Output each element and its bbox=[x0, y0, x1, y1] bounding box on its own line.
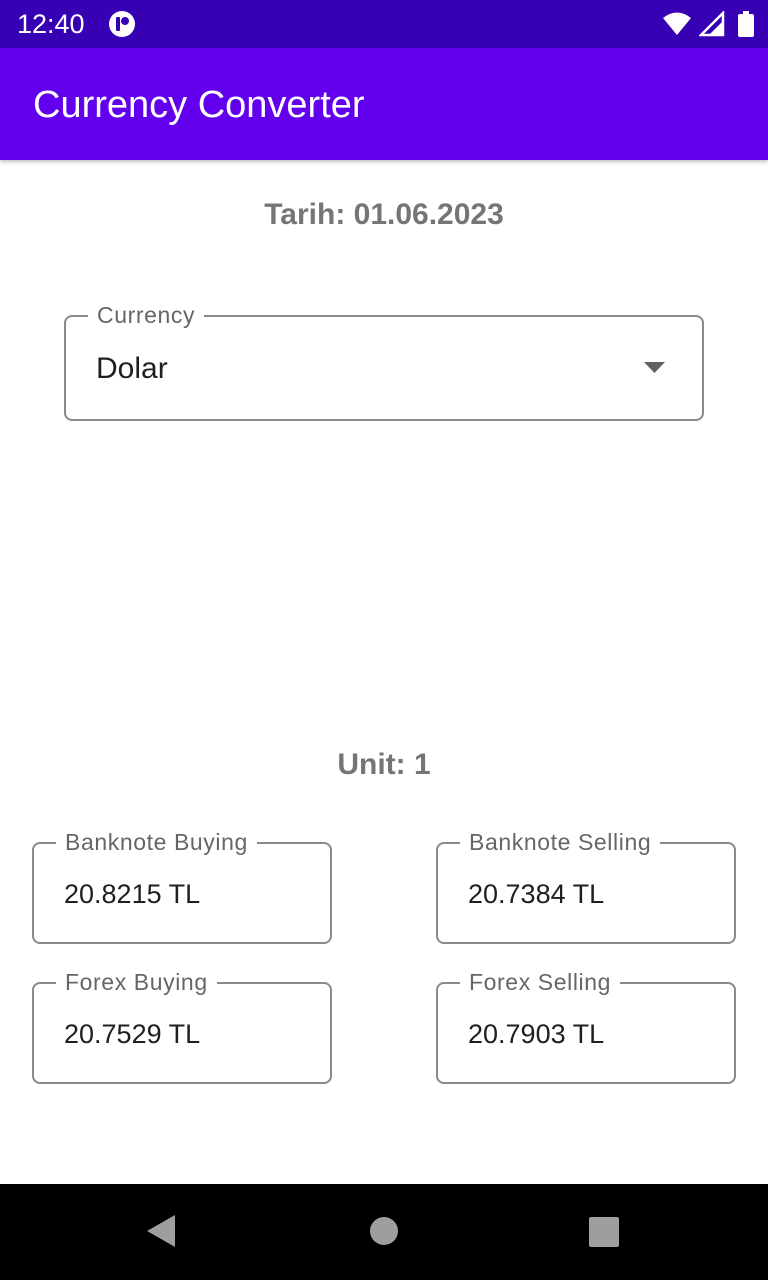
app-bar: Currency Converter bbox=[0, 48, 768, 160]
banknote-buying-value: 20.8215 TL bbox=[64, 879, 201, 909]
currency-dropdown-value: Dolar bbox=[96, 352, 168, 385]
forex-buying-field[interactable]: Forex Buying 20.7529 TL bbox=[32, 968, 332, 1084]
status-bar: 12:40 bbox=[0, 0, 768, 48]
nav-home-icon[interactable] bbox=[370, 1217, 398, 1245]
banknote-selling-label: Banknote Selling bbox=[460, 828, 661, 856]
forex-selling-field[interactable]: Forex Selling 20.7903 TL bbox=[436, 968, 736, 1084]
forex-buying-value: 20.7529 TL bbox=[64, 1019, 201, 1049]
forex-selling-value: 20.7903 TL bbox=[468, 1019, 605, 1049]
banknote-buying-field[interactable]: Banknote Buying 20.8215 TL bbox=[32, 828, 332, 944]
wifi-icon bbox=[662, 12, 691, 35]
currency-dropdown[interactable]: Currency Dolar bbox=[64, 301, 704, 421]
dropdown-arrow-icon[interactable] bbox=[644, 362, 665, 374]
app-notification-icon bbox=[109, 11, 135, 37]
forex-selling-label: Forex Selling bbox=[460, 968, 621, 996]
cell-signal-icon bbox=[697, 9, 725, 37]
battery-icon bbox=[738, 11, 754, 37]
app-title: Currency Converter bbox=[33, 84, 365, 126]
status-icons bbox=[662, 9, 754, 37]
status-time: 12:40 bbox=[17, 9, 85, 39]
forex-buying-label: Forex Buying bbox=[56, 968, 217, 996]
currency-dropdown-label: Currency bbox=[88, 301, 205, 329]
banknote-buying-label: Banknote Buying bbox=[56, 828, 257, 856]
banknote-selling-field[interactable]: Banknote Selling 20.7384 TL bbox=[436, 828, 736, 944]
nav-recents-icon[interactable] bbox=[589, 1217, 619, 1247]
banknote-selling-value: 20.7384 TL bbox=[468, 879, 605, 909]
unit-label: Unit: 1 bbox=[337, 748, 431, 781]
date-label: Tarih: 01.06.2023 bbox=[264, 198, 504, 231]
nav-back-icon[interactable] bbox=[145, 1214, 177, 1248]
